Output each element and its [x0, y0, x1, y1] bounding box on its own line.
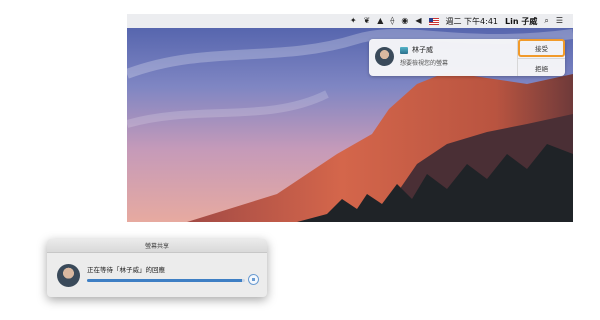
window-title: 螢幕共享	[47, 239, 267, 253]
drive-icon[interactable]: ▲	[377, 14, 383, 28]
flow-icon[interactable]: ⟠	[390, 14, 394, 28]
avatar	[57, 264, 80, 287]
progress-bar	[87, 279, 245, 282]
notification-message: 想要檢視您的螢幕	[400, 60, 449, 67]
waiting-status: 正在等待「林子威」的回應	[87, 266, 165, 274]
dropbox-icon[interactable]: ✦	[350, 14, 357, 28]
eye-icon[interactable]: ◉	[401, 14, 408, 28]
evernote-icon[interactable]: ❦	[364, 14, 371, 28]
stage: ✦ ❦ ▲ ⟠ ◉ ◀︎ 週二 下午4:41 Lin 子威 ⌕ ☰ 林子威 想要…	[0, 0, 600, 320]
search-icon[interactable]: ⌕	[544, 14, 548, 28]
decline-button[interactable]: 拒絕	[518, 58, 565, 76]
desktop-screenshot: ✦ ❦ ▲ ⟠ ◉ ◀︎ 週二 下午4:41 Lin 子威 ⌕ ☰ 林子威 想要…	[127, 14, 573, 222]
accept-button[interactable]: 接受	[518, 39, 565, 57]
screen-share-notification: 林子威 想要檢視您的螢幕 接受 拒絕	[369, 39, 565, 76]
progress-fill	[87, 279, 242, 282]
flag-icon[interactable]	[428, 17, 439, 25]
avatar	[375, 47, 394, 66]
screen-sharing-app-icon	[400, 47, 408, 54]
menu-datetime[interactable]: 週二 下午4:41	[446, 16, 499, 27]
menu-user[interactable]: Lin 子威	[505, 16, 537, 27]
list-icon[interactable]: ☰	[556, 14, 563, 28]
menu-bar: ✦ ❦ ▲ ⟠ ◉ ◀︎ 週二 下午4:41 Lin 子威 ⌕ ☰	[127, 14, 573, 28]
volume-icon[interactable]: ◀︎	[415, 14, 421, 28]
stop-button[interactable]	[248, 274, 259, 285]
screen-sharing-window: 螢幕共享 正在等待「林子威」的回應	[47, 239, 267, 297]
notification-sender: 林子威	[412, 46, 433, 54]
